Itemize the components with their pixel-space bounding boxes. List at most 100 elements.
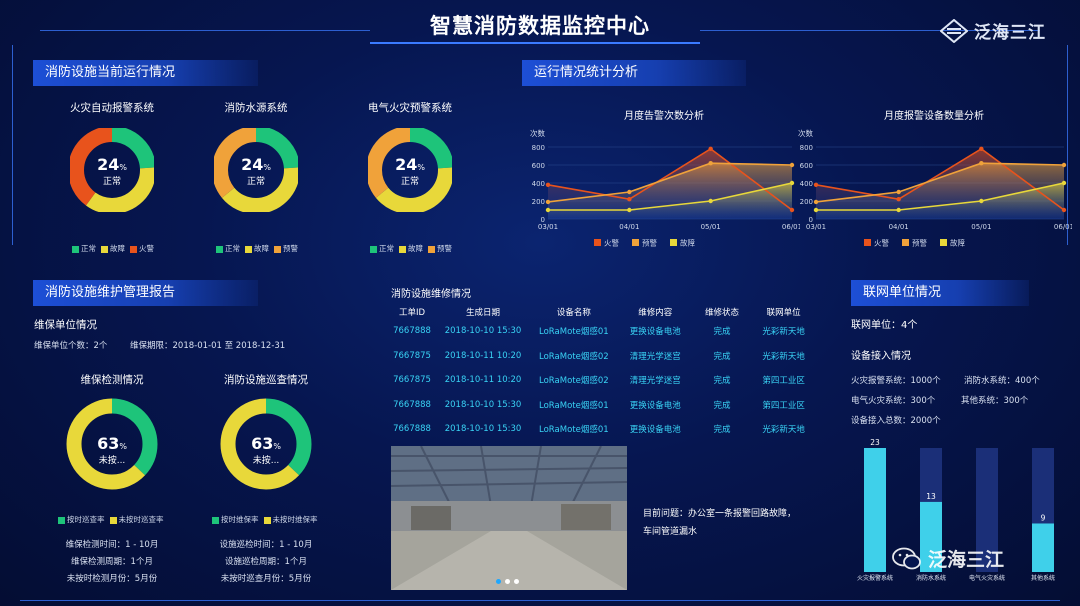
data-point <box>545 182 551 187</box>
table-row[interactable]: 7667875 2018-10-11 10:20 LoRaMote烟感02 清理光学迷… <box>387 368 815 393</box>
bar <box>1032 523 1054 572</box>
data-point <box>789 162 795 168</box>
legend-item: 按时巡查率 <box>58 514 105 525</box>
donut-status: 正常 <box>102 177 121 187</box>
legend-swatch <box>940 239 947 246</box>
access-stat: 火灾报警系统：1000个 <box>851 376 941 386</box>
maintenance-donut-1: 维保检测情况 63% 未按... 按时巡查率 未按时巡查率 维保检测时间：1 - … <box>52 372 172 587</box>
table-cell: 2018-10-11 10:20 <box>444 375 522 386</box>
table-row[interactable]: 7667888 2018-10-10 15:30 LoRaMote烟感01 更换设备电… <box>387 319 815 344</box>
donut-center: 63% 未按... <box>206 434 326 466</box>
donut-center: 63% 未按... <box>52 434 172 466</box>
bar-category-label: 电气火灾系统 <box>969 574 1005 582</box>
access-stat: 消防水系统：400个 <box>964 376 1040 386</box>
unit-count: 维保单位个数：2个 <box>34 341 108 351</box>
data-point <box>1061 162 1067 168</box>
donut-title: 火灾自动报警系统 <box>70 102 154 114</box>
maintenance-donut-2: 消防设施巡查情况 63% 未按... 按时维保率 未按时维保率 设施巡检时间：1 … <box>206 372 326 587</box>
y-axis-label: 次数 <box>530 128 545 138</box>
legend-item: 故障 <box>101 243 125 254</box>
bar-value-label: 9 <box>1041 513 1046 522</box>
data-point <box>1061 207 1067 213</box>
data-point <box>979 161 984 166</box>
legend-label: 正常 <box>225 244 240 253</box>
data-point <box>979 146 984 151</box>
table-cell: 光彩新天地 <box>762 327 805 338</box>
data-point <box>813 199 819 205</box>
watermark-text: 泛海三江 <box>928 549 1005 571</box>
legend-label: 故障 <box>254 244 269 253</box>
legend-label: 正常 <box>81 244 96 253</box>
data-point <box>789 207 795 213</box>
carousel-dot[interactable] <box>496 579 501 584</box>
table-cell: 2018-10-10 15:30 <box>444 399 522 410</box>
y-tick-label: 800 <box>800 144 813 152</box>
legend-item: 预警 <box>428 243 452 254</box>
legend-item: 火警 <box>130 243 154 254</box>
donut-unit: % <box>119 163 127 172</box>
carousel-dots[interactable] <box>496 579 519 584</box>
table-cell: 完成 <box>713 327 731 338</box>
donut-percent: 63 <box>251 434 274 453</box>
legend-item: 未按时巡查率 <box>109 514 164 525</box>
table-row[interactable]: 7667888 2018-10-10 15:30 LoRaMote烟感01 更换设备电… <box>387 393 815 418</box>
chart-plot: 次数020040060080003/01 04/01 05/01 06/01火警 预警故… <box>798 128 1072 248</box>
legend-swatch <box>274 245 281 253</box>
data-point <box>813 207 819 213</box>
donut-center: 24% 正常 <box>52 155 172 187</box>
legend-swatch <box>72 245 79 253</box>
maintenance-section-heading: 消防设施维护管理报告 <box>33 280 258 306</box>
table-row[interactable]: 7667888 2018-10-10 15:30 LoRaMote烟感01 更换设备电… <box>387 417 815 442</box>
table-cell: 更换设备电池 <box>629 425 681 436</box>
legend-item: 按时维保率 <box>212 514 259 525</box>
x-tick-label: 04/01 <box>619 223 639 231</box>
legend-label: 故障 <box>680 238 695 248</box>
y-tick-label: 400 <box>532 180 545 188</box>
donut-percent: 24 <box>241 155 264 174</box>
data-point <box>545 199 551 205</box>
legend-swatch <box>594 239 601 246</box>
alarm-count-chart: 月度告警次数分析 次数 0 200 400 600 800 03/01 04/01 05/01 0… <box>528 105 800 255</box>
legend-item: 预警 <box>274 243 298 254</box>
donut-status: 未按... <box>98 456 126 466</box>
donut-legend: 按时维保率 未按时维保率 <box>212 514 318 525</box>
table-cell: LoRaMote烟感01 <box>539 400 609 411</box>
legend-label: 火警 <box>874 238 889 248</box>
access-stat: 其他系统：300个 <box>961 396 1029 406</box>
donut-unit: % <box>417 163 425 172</box>
donut-title: 消防水源系统 <box>224 102 288 114</box>
donut-percent: 24 <box>395 155 418 174</box>
data-point <box>896 207 901 213</box>
data-point <box>1061 180 1067 186</box>
carousel-dot[interactable] <box>505 579 510 584</box>
legend-label: 故障 <box>408 244 423 253</box>
access-heading: 设备接入情况 <box>851 351 911 362</box>
legend-label: 火警 <box>139 244 154 253</box>
table-cell: 更换设备电池 <box>629 327 681 338</box>
donut-legend: 正常 故障 预警 <box>370 243 452 254</box>
donut-center: 24% 正常 <box>350 155 470 187</box>
table-row[interactable]: 7667875 2018-10-11 10:20 LoRaMote烟感02 清理光学迷… <box>387 344 815 369</box>
data-point <box>627 207 632 213</box>
repair-table: 工单ID 生成日期 设备名称 维修内容 维修状态 联网单位 7667888 201… <box>387 305 815 442</box>
data-point <box>813 182 819 187</box>
data-point <box>896 197 901 202</box>
table-cell: 清理光学迷宫 <box>629 351 681 362</box>
legend-item: 正常 <box>370 243 394 254</box>
info-line: 未按时巡查月份：5月份 <box>220 574 312 584</box>
bar-category-label: 火灾报警系统 <box>857 574 893 582</box>
donut-status: 正常 <box>400 177 419 187</box>
data-point <box>627 189 632 195</box>
table-cell: 完成 <box>713 376 731 387</box>
legend-label: 正常 <box>379 244 394 253</box>
donut-legend: 正常 故障 预警 <box>216 243 298 254</box>
table-cell: 7667888 <box>393 326 431 337</box>
brand-logo-text: 泛海三江 <box>974 23 1046 43</box>
table-cell: 2018-10-10 15:30 <box>444 326 522 337</box>
table-cell: 2018-10-10 15:30 <box>444 424 522 435</box>
donut-unit: % <box>263 163 271 172</box>
factory-photo[interactable] <box>391 446 627 590</box>
donut-title: 消防设施巡查情况 <box>224 374 308 386</box>
data-point <box>708 161 713 166</box>
carousel-dot[interactable] <box>514 579 519 584</box>
